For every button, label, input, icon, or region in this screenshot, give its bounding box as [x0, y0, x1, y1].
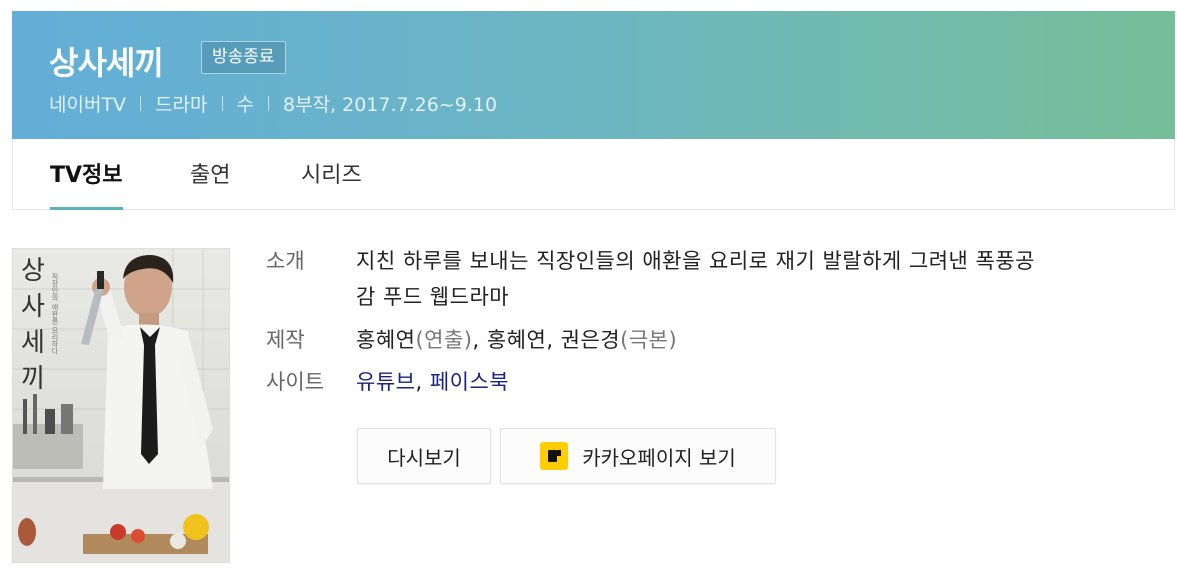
rewatch-label: 다시보기 [387, 445, 461, 470]
director-role: (연출) [415, 328, 473, 352]
site-links: 유튜브, 페이스북 [356, 364, 1146, 400]
meta-genre: 드라마 [155, 94, 208, 116]
writer-role: (극본) [620, 328, 678, 352]
svg-text:직장인의 애환을 요리하다: 직장인의 애환을 요리하다 [51, 272, 59, 355]
comma: , [415, 370, 430, 394]
intro-line-1: 지친 하루를 보내는 직장인들의 애환을 요리로 재기 발랄하게 그려낸 폭풍공 [356, 249, 1035, 273]
meta-episodes-period: 8부작, 2017.7.26~9.10 [282, 94, 498, 116]
rewatch-button[interactable]: 다시보기 [357, 428, 491, 484]
meta-channel: 네이버TV [49, 94, 127, 116]
poster-title-char: 세 [21, 328, 45, 358]
intro-text: 지친 하루를 보내는 직장인들의 애환을 요리로 재기 발랄하게 그려낸 폭풍공… [356, 243, 1146, 315]
site-label: 사이트 [266, 370, 324, 394]
production-label: 제작 [266, 328, 305, 352]
meta-divider [140, 96, 142, 111]
kakaopage-icon [540, 442, 569, 470]
facebook-link[interactable]: 페이스북 [430, 370, 509, 394]
writer-names: 홍혜연, 권은경 [486, 328, 621, 352]
poster-title-char: 끼 [21, 364, 45, 394]
status-badge: 방송종료 [201, 41, 286, 74]
tab-cast[interactable]: 출연 [190, 139, 230, 209]
intro-line-2: 감 푸드 웹드라마 [356, 285, 510, 309]
poster-title-char: 상 [21, 256, 45, 286]
director-name: 홍혜연 [356, 328, 416, 352]
production-text: 홍혜연(연출), 홍혜연, 권은경(극본) [356, 322, 1146, 358]
program-title: 상사세끼 [49, 44, 164, 82]
comma: , [472, 328, 487, 352]
intro-label: 소개 [266, 249, 305, 273]
meta-divider [267, 96, 269, 111]
poster-title-char: 사 [21, 292, 45, 322]
kakaopage-label: 카카오페이지 보기 [582, 445, 736, 470]
program-meta: 네이버TV 드라마 수 8부작, 2017.7.26~9.10 [49, 90, 497, 117]
tab-bar: TV정보 출연 시리즈 [12, 139, 1175, 210]
tab-tv-info[interactable]: TV정보 [50, 139, 123, 210]
poster-illustration: 상 사 세 끼 직장인의 애환을 요리하다 [13, 249, 229, 562]
kakaopage-button[interactable]: 카카오페이지 보기 [500, 428, 776, 484]
tab-series[interactable]: 시리즈 [301, 139, 362, 209]
youtube-link[interactable]: 유튜브 [356, 370, 415, 394]
poster-image[interactable]: 상 사 세 끼 직장인의 애환을 요리하다 [12, 248, 230, 563]
program-header: 상사세끼 방송종료 네이버TV 드라마 수 8부작, 2017.7.26~9.1… [12, 11, 1175, 139]
meta-day: 수 [236, 94, 254, 116]
meta-divider [221, 96, 223, 111]
